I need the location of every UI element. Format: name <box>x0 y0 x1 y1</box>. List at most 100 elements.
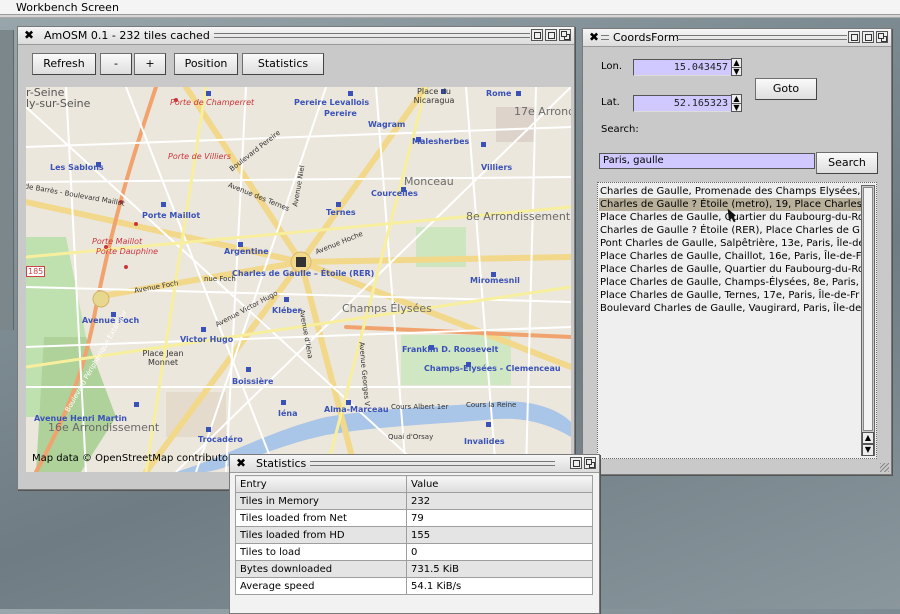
map-label: Iéna <box>278 409 298 418</box>
map-label: Victor Hugo <box>180 335 234 344</box>
goto-button[interactable]: Goto <box>755 78 817 100</box>
table-row: Tiles loaded from Net 79 <box>235 509 593 527</box>
map-label: nue Foch <box>204 275 236 283</box>
map-label: Trocadéro <box>198 435 243 444</box>
entry-cell: Tiles loaded from Net <box>235 509 407 527</box>
map-label: Villiers <box>481 163 513 172</box>
map-label: Argentine <box>224 247 269 256</box>
zoom-out-button[interactable]: - <box>100 53 132 75</box>
arrow-down-icon[interactable]: ▼ <box>732 67 741 76</box>
map-label: Malesherbes <box>412 137 470 146</box>
value-cell: 232 <box>406 492 593 510</box>
map-label: 17e Arrond <box>514 105 571 118</box>
column-header-entry[interactable]: Entry <box>235 475 407 493</box>
scroll-up-icon[interactable]: ▲ <box>862 432 874 444</box>
map-label: Monceau <box>404 175 454 188</box>
map-label: Place du Nicaragua <box>413 87 455 105</box>
table-row: Average speed 54.1 KiB/s <box>235 577 593 595</box>
arrow-up-icon[interactable]: ▲ <box>732 95 741 103</box>
iconify-icon[interactable] <box>531 29 543 41</box>
list-item[interactable]: Place Charles de Gaulle, Quartier du Fau… <box>599 263 863 276</box>
statistics-titlebar[interactable]: ✖ Statistics <box>230 455 599 473</box>
map-label: Wagram <box>368 120 406 129</box>
depth-icon[interactable] <box>559 29 571 41</box>
zoom-window-icon[interactable] <box>570 457 582 469</box>
amosm-window-title: AmOSM 0.1 - 232 tiles cached <box>44 29 210 42</box>
drag-bar[interactable] <box>677 35 847 40</box>
depth-icon[interactable] <box>876 31 888 43</box>
close-icon[interactable]: ✖ <box>22 28 36 43</box>
statistics-button[interactable]: Statistics <box>242 53 324 75</box>
drag-bar[interactable] <box>214 33 530 38</box>
map-label: Ternes <box>326 208 356 217</box>
table-row: Tiles loaded from HD 155 <box>235 526 593 544</box>
column-header-value[interactable]: Value <box>406 475 593 493</box>
entry-cell: Tiles in Memory <box>235 492 407 510</box>
lat-stepper[interactable]: ▲ ▼ <box>731 94 742 112</box>
entry-cell: Tiles to load <box>235 543 407 561</box>
value-cell: 54.1 KiB/s <box>406 577 593 595</box>
statistics-window: ✖ Statistics Entry Value Tiles in Memory… <box>229 454 600 614</box>
map-label: Miromesnil <box>470 276 520 285</box>
close-icon[interactable]: ✖ <box>587 30 601 45</box>
search-results-list[interactable]: Charles de Gaulle, Promenade des Champs … <box>597 182 877 459</box>
list-item[interactable]: Charles de Gaulle ? Étoile (RER), Place … <box>599 224 863 237</box>
list-item[interactable]: Boulevard Charles de Gaulle, Vaugirard, … <box>599 302 863 315</box>
list-item[interactable]: Pont Charles de Gaulle, Salpêtrière, 13e… <box>599 237 863 250</box>
scroll-down-icon[interactable]: ▼ <box>862 444 874 456</box>
close-icon[interactable]: ✖ <box>234 456 248 471</box>
drag-bar[interactable] <box>601 35 609 40</box>
table-row: Tiles in Memory 232 <box>235 492 593 510</box>
value-cell: 731.5 KiB <box>406 560 593 578</box>
drag-bar[interactable] <box>310 461 555 466</box>
coords-window-title: CoordsForm <box>613 31 679 44</box>
map-label: Alma-Marceau <box>324 405 389 414</box>
iconify-icon[interactable] <box>848 31 860 43</box>
map-label: Porte de Villiers <box>168 152 231 161</box>
background-window-edge <box>0 30 14 330</box>
arrow-up-icon[interactable]: ▲ <box>732 59 741 67</box>
value-cell: 155 <box>406 526 593 544</box>
table-header-row: Entry Value <box>235 475 593 493</box>
map-label: 185 <box>26 266 46 277</box>
amosm-titlebar[interactable]: ✖ AmOSM 0.1 - 232 tiles cached <box>18 27 574 45</box>
lat-field[interactable]: 52.165323 <box>633 95 733 112</box>
zoom-window-icon[interactable] <box>862 31 874 43</box>
list-scrollbar[interactable]: ▲ ▼ <box>861 185 875 456</box>
lon-stepper[interactable]: ▲ ▼ <box>731 58 742 76</box>
lon-label: Lon. <box>601 61 623 72</box>
map-label: Boissière <box>232 377 274 386</box>
map-label: Champs-Elysées - Clemenceau <box>424 364 561 373</box>
list-item[interactable]: Place Charles de Gaulle, Champs-Élysées,… <box>599 276 863 289</box>
arrow-down-icon[interactable]: ▼ <box>732 103 741 112</box>
lat-label: Lat. <box>601 97 620 108</box>
lon-field[interactable]: 15.043457 <box>633 59 733 76</box>
statistics-table: Entry Value Tiles in Memory 232 Tiles lo… <box>235 475 593 595</box>
resize-handle[interactable] <box>880 463 889 472</box>
map-attribution: Map data © OpenStreetMap contributors <box>32 453 238 464</box>
list-item[interactable]: Place Charles de Gaulle, Chaillot, 16e, … <box>599 250 863 263</box>
list-item[interactable]: Place Charles de Gaulle, Ternes, 17e, Pa… <box>599 289 863 302</box>
entry-cell: Bytes downloaded <box>235 560 407 578</box>
map-label: Invalides <box>464 437 505 446</box>
map-label: Porte Dauphine <box>96 247 159 256</box>
zoom-in-button[interactable]: + <box>134 53 166 75</box>
zoom-window-icon[interactable] <box>545 29 557 41</box>
screen-title-bar: Workbench Screen <box>0 0 900 15</box>
map-label: Pereire <box>324 109 357 118</box>
map-view[interactable]: r-Seine ly-sur-Seine Porte de Champerret… <box>26 87 571 472</box>
search-input[interactable]: Paris, gaulle <box>599 153 815 169</box>
position-button[interactable]: Position <box>174 53 238 75</box>
map-label: 8e Arrondissement <box>466 210 571 223</box>
map-label: Avenue Foch <box>82 316 140 325</box>
scrollbar-knob[interactable] <box>863 187 873 431</box>
list-item[interactable]: Charles de Gaulle, Promenade des Champs … <box>599 185 863 198</box>
amosm-window: ✖ AmOSM 0.1 - 232 tiles cached Refresh -… <box>17 26 575 490</box>
table-row: Tiles to load 0 <box>235 543 593 561</box>
value-cell: 79 <box>406 509 593 527</box>
statistics-window-title: Statistics <box>256 457 307 470</box>
depth-icon[interactable] <box>584 457 596 469</box>
search-button[interactable]: Search <box>816 152 878 174</box>
coords-titlebar[interactable]: ✖ CoordsForm <box>583 29 891 47</box>
refresh-button[interactable]: Refresh <box>32 53 96 75</box>
